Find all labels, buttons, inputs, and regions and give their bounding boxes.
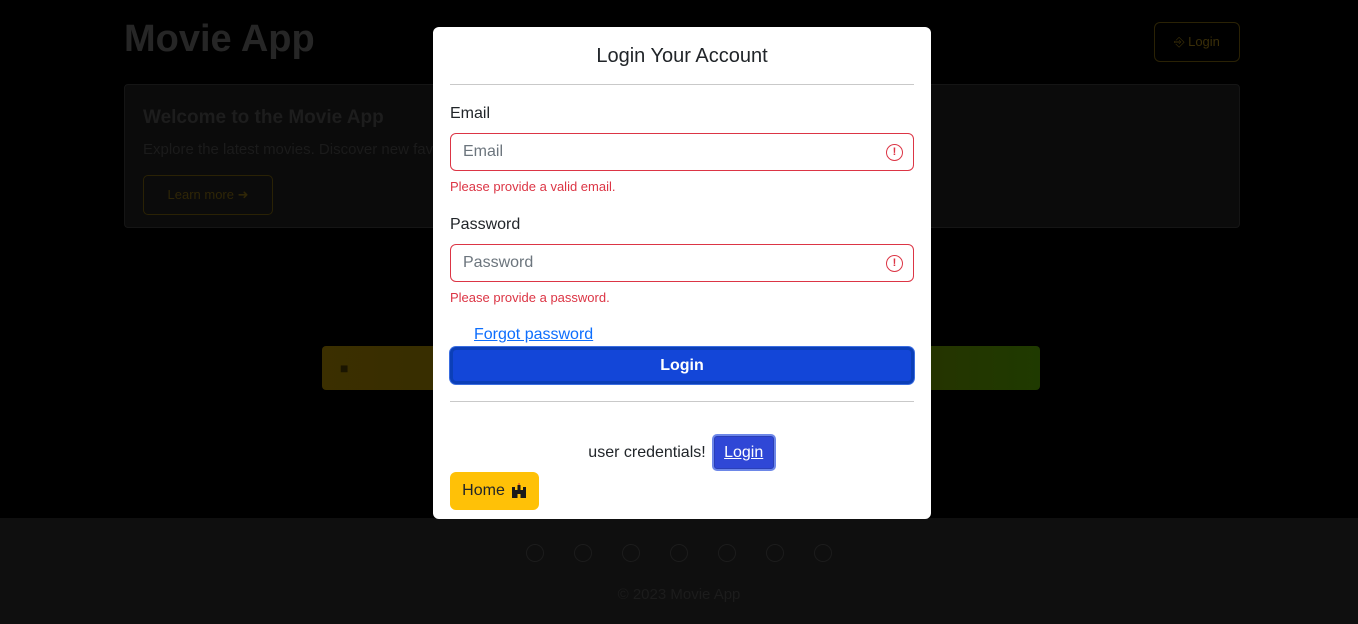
password-field[interactable] (451, 245, 913, 281)
credentials-login-button[interactable]: Login (711, 434, 776, 471)
home-button[interactable]: Home (450, 472, 539, 510)
social-icon (622, 544, 640, 562)
credentials-row: user credentials! Login (433, 434, 931, 471)
footer: © 2023 Movie App (0, 518, 1358, 624)
exclamation-circle-icon: ! (886, 144, 903, 161)
social-icon (526, 544, 544, 562)
login-button[interactable]: Login (450, 347, 914, 384)
login-modal: Login Your Account Email ! Please provid… (433, 27, 931, 519)
email-feedback: Please provide a valid email. (450, 179, 616, 194)
modal-title: Login Your Account (596, 45, 768, 67)
welcome-subtitle: Explore the latest movies. Discover new … (143, 141, 474, 158)
password-label: Password (450, 216, 521, 233)
header-login-button: ⎆ Login (1154, 22, 1240, 62)
banner-text: ■ (340, 360, 349, 376)
forgot-password-link[interactable]: Forgot password (474, 326, 593, 344)
castle-icon (511, 483, 526, 498)
learn-more-button: Learn more ➜ (143, 175, 273, 215)
email-field-wrapper: ! (450, 133, 914, 171)
email-label: Email (450, 105, 491, 122)
social-icon (574, 544, 592, 562)
divider (450, 84, 914, 85)
welcome-title: Welcome to the Movie App (143, 107, 384, 128)
credentials-text: user credentials! (588, 443, 706, 461)
social-icon (670, 544, 688, 562)
social-icon (718, 544, 736, 562)
divider (450, 401, 914, 402)
exclamation-circle-icon: ! (886, 255, 903, 272)
copyright: © 2023 Movie App (617, 586, 741, 603)
social-icons (0, 544, 1358, 562)
social-icon (766, 544, 784, 562)
email-field[interactable] (451, 134, 913, 170)
brand-title: Movie App (124, 18, 315, 60)
home-button-label: Home (462, 482, 505, 499)
password-field-wrapper: ! (450, 244, 914, 282)
password-feedback: Please provide a password. (450, 290, 610, 305)
social-icon (814, 544, 832, 562)
